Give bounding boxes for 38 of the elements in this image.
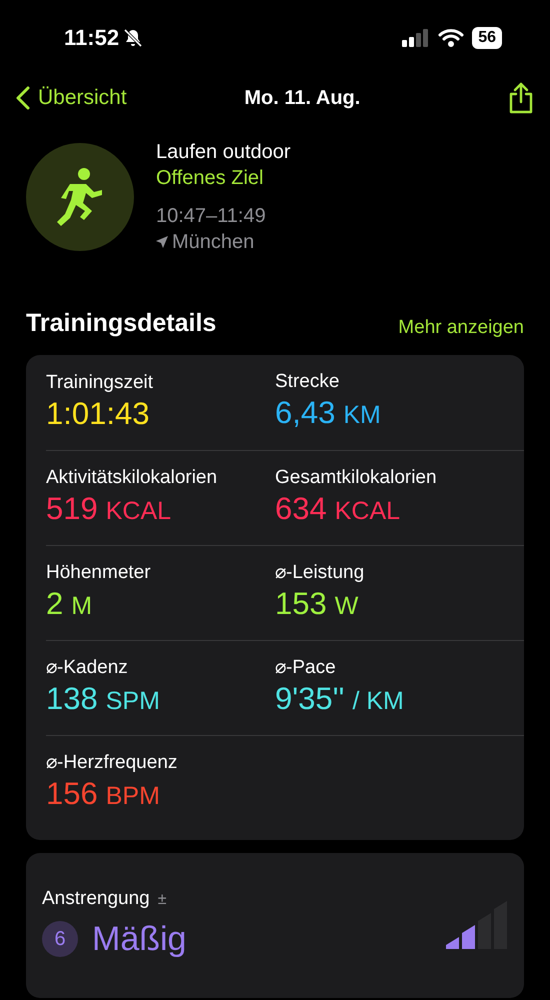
battery-level: 56 [472, 26, 502, 48]
effort-score-badge: 6 [42, 921, 78, 958]
metric-label: Strecke [275, 370, 340, 394]
metric-label: ⌀-Kadenz [46, 656, 129, 680]
metric-value: 9'35'' / KM [275, 680, 405, 718]
metric-label: Trainingszeit [46, 371, 154, 395]
metric-value: 634 KCAL [275, 490, 402, 528]
workout-goal: Offenes Ziel [156, 166, 264, 191]
back-button[interactable]: Übersicht [16, 82, 127, 114]
metric-label: ⌀-Leistung [275, 560, 366, 584]
metric-label: Höhenmeter [46, 560, 152, 584]
metric-label: Gesamtkilokalorien [275, 466, 438, 490]
share-icon[interactable] [508, 82, 534, 114]
metric-value: 519 KCAL [46, 490, 172, 528]
metric-value: 2 M [46, 584, 94, 622]
metric-value: 156 BPM [46, 774, 161, 812]
adjust-sign[interactable]: ± [158, 888, 167, 912]
metric-value: 153 W [275, 584, 360, 622]
metric-label: ⌀-Pace [275, 656, 337, 680]
signal-icon [402, 28, 430, 46]
metric-label: Aktivitätskilokalorien [46, 466, 218, 490]
wifi-icon [438, 28, 464, 46]
metric-label: ⌀-Herzfrequenz [46, 750, 178, 774]
location-arrow-icon [156, 236, 168, 248]
workout-time-range: 10:47–11:49 [156, 204, 267, 229]
section-title: Trainingsdetails [26, 308, 216, 339]
effort-label: Anstrengung [42, 887, 150, 912]
show-more-link[interactable]: Mehr anzeigen [398, 314, 524, 342]
workout-name: Laufen outdoor [156, 140, 291, 165]
running-figure-icon [56, 168, 104, 226]
nav-title: Mo. 11. Aug. [244, 86, 360, 111]
chevron-left-icon [16, 86, 30, 110]
effort-rating: Mäßig [92, 918, 186, 960]
metric-value: 1:01:43 [46, 395, 150, 433]
metric-value: 6,43 KM [275, 394, 382, 432]
status-time: 11:52 [64, 24, 120, 52]
workout-location: München [172, 230, 254, 255]
metric-value: 138 SPM [46, 680, 161, 718]
